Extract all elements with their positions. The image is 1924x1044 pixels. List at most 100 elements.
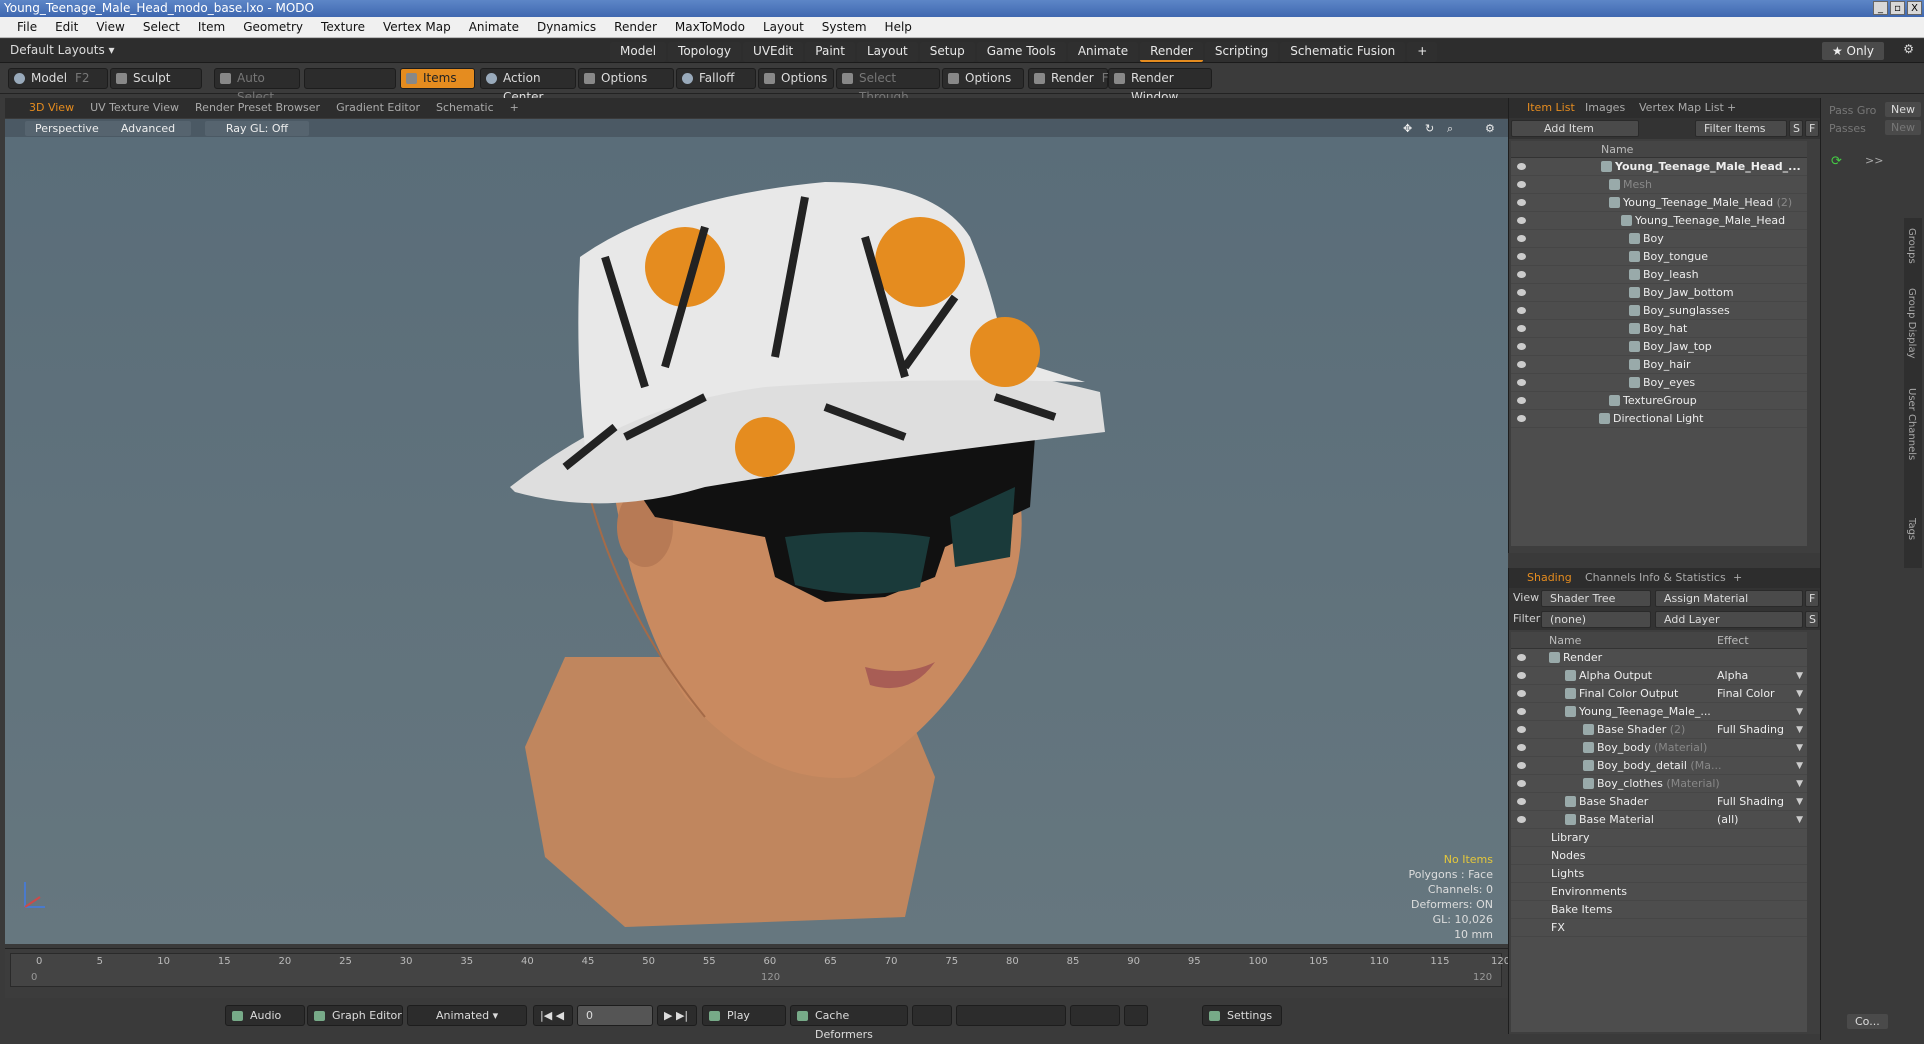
record-controls[interactable] [1070,1005,1120,1026]
item-row[interactable]: Young_Teenage_Male_Head [1511,212,1807,230]
tab-render[interactable]: Render [1140,42,1203,62]
chevron-down-icon[interactable]: ▼ [1796,757,1803,775]
shader-row[interactable]: Base Shader (2) Full Shading ▼ [1511,721,1807,739]
tab-game-tools[interactable]: Game Tools [976,42,1066,62]
tab-topology[interactable]: Topology [668,42,742,62]
effect-value[interactable]: (all) [1717,811,1738,829]
item-row[interactable]: Young_Teenage_Male_Head_... [1511,158,1807,176]
chevron-down-icon[interactable]: ▼ [1796,703,1803,721]
menu-geometry[interactable]: Geometry [234,20,312,34]
shader-row[interactable]: Base Shader Full Shading ▼ [1511,793,1807,811]
menu-file[interactable]: File [8,20,46,34]
eye-icon[interactable] [1517,397,1526,404]
eye-icon[interactable] [1517,199,1526,206]
eye-icon[interactable] [1517,271,1526,278]
raygl-dropdown[interactable]: Ray GL: Off [205,121,309,136]
eye-icon[interactable] [1517,343,1526,350]
eye-icon[interactable] [1517,379,1526,386]
expand-icon[interactable]: >> [1865,154,1883,167]
sculpt-button[interactable]: Sculpt [110,68,202,89]
gear-icon[interactable]: ⚙ [1903,42,1914,56]
shader-row[interactable]: Render [1511,649,1807,667]
animated-dropdown[interactable]: Animated ▾ [407,1005,527,1026]
item-row[interactable]: Boy_eyes [1511,374,1807,392]
loop-controls[interactable] [1124,1005,1148,1026]
shader-row[interactable]: FX [1511,919,1807,937]
menu-edit[interactable]: Edit [46,20,87,34]
chevron-down-icon[interactable]: ▼ [1796,721,1803,739]
render-button[interactable]: RenderF9 [1028,68,1116,89]
add-item-dropdown[interactable]: Add Item [1511,120,1639,137]
eye-icon[interactable] [1517,708,1526,715]
item-row[interactable]: Boy_tongue [1511,248,1807,266]
tab-paint[interactable]: Paint [805,42,855,62]
s-button[interactable]: S [1805,611,1819,628]
effect-value[interactable]: Final Color [1717,685,1775,703]
tab-user-channels[interactable]: User Channels [1906,388,1917,460]
timeline[interactable]: 0 5 10 15 20 25 30 35 40 45 50 55 60 65 70 75 80 85 90 95 10… [5,948,1510,998]
auto-select-button[interactable]: Auto Select [214,68,300,104]
filter-dropdown[interactable]: (none) [1541,611,1651,628]
zoom-icon[interactable]: ⌕ [1437,121,1463,137]
transport-controls[interactable] [956,1005,1066,1026]
settings-button[interactable]: Settings [1202,1005,1282,1026]
item-row[interactable]: Boy_leash [1511,266,1807,284]
tab-animate[interactable]: Animate [1067,42,1139,62]
chevron-down-icon[interactable]: ▼ [1796,739,1803,757]
add-layer-dropdown[interactable]: Add Layer [1655,611,1803,628]
f-button[interactable]: F [1805,590,1819,607]
add-viewport-tab[interactable]: + [504,100,525,115]
filter-items-field[interactable]: Filter Items [1695,120,1787,137]
menu-render[interactable]: Render [605,20,666,34]
shader-row[interactable]: Boy_body_detail (Ma... ▼ [1511,757,1807,775]
menu-select[interactable]: Select [134,20,189,34]
graph-editor-button[interactable]: Graph Editor [307,1005,403,1026]
eye-icon[interactable] [1517,762,1526,769]
s-button[interactable]: S [1789,120,1803,137]
tab-schematic-fusion[interactable]: Schematic Fusion [1280,42,1406,62]
3d-viewport[interactable]: No Items Polygons : Face Channels: 0 Def… [5,137,1508,944]
item-row[interactable]: TextureGroup [1511,392,1807,410]
falloff-options-button[interactable]: Options [758,68,834,89]
tab-info-statistics[interactable]: Info & Statistics [1639,571,1726,584]
effect-value[interactable]: Alpha [1717,667,1748,685]
shader-tree-dropdown[interactable]: Shader Tree [1541,590,1651,607]
menu-system[interactable]: System [813,20,876,34]
tab-3d-view[interactable]: 3D View [23,100,80,115]
eye-icon[interactable] [1517,307,1526,314]
item-row[interactable]: Directional Light [1511,410,1807,428]
f-button[interactable]: F [1805,120,1819,137]
shader-row[interactable]: Environments [1511,883,1807,901]
play-button[interactable]: Play [702,1005,786,1026]
select-through-button[interactable]: Select Through [836,68,940,104]
menu-animate[interactable]: Animate [460,20,528,34]
effect-value[interactable]: Full Shading [1717,793,1784,811]
eye-icon[interactable] [1517,181,1526,188]
item-row[interactable]: Boy_Jaw_bottom [1511,284,1807,302]
item-row[interactable]: Young_Teenage_Male_Head (2) [1511,194,1807,212]
add-panel-tab[interactable]: + [1727,101,1736,114]
eye-icon[interactable] [1517,672,1526,679]
eye-icon[interactable] [1517,690,1526,697]
shader-row[interactable]: Boy_body (Material) ▼ [1511,739,1807,757]
falloff-button[interactable]: Falloff [676,68,756,89]
eye-icon[interactable] [1517,415,1526,422]
shader-row[interactable]: Young_Teenage_Male_... ▼ [1511,703,1807,721]
eye-icon[interactable] [1517,654,1526,661]
add-tab-button[interactable]: + [1407,42,1438,62]
audio-button[interactable]: Audio [225,1005,305,1026]
effect-value[interactable]: Full Shading [1717,721,1784,739]
perspective-dropdown[interactable]: Perspective [25,121,109,136]
shader-row[interactable]: Library [1511,829,1807,847]
menu-vertex-map[interactable]: Vertex Map [374,20,460,34]
tab-tags[interactable]: Tags [1906,518,1917,540]
menu-dynamics[interactable]: Dynamics [528,20,605,34]
menu-item[interactable]: Item [189,20,234,34]
shader-row[interactable]: Alpha Output Alpha ▼ [1511,667,1807,685]
eye-icon[interactable] [1517,325,1526,332]
eye-icon[interactable] [1517,726,1526,733]
timeline-ruler[interactable]: 0 5 10 15 20 25 30 35 40 45 50 55 60 65 70 75 80 85 90 95 10… [10,953,1510,987]
tab-layout[interactable]: Layout [856,42,918,62]
close-button[interactable]: X [1907,1,1922,15]
shader-row[interactable]: Lights [1511,865,1807,883]
